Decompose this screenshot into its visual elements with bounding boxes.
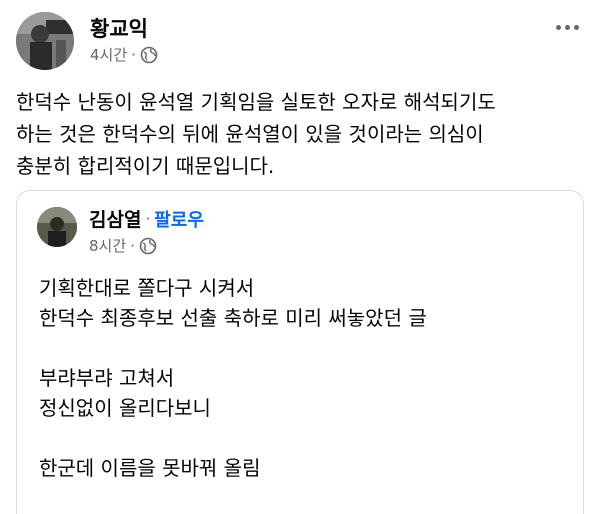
post-text-line: 하는 것은 한덕수의 뒤에 윤석열이 있을 것이라는 의심이 (16, 122, 484, 146)
more-options-button[interactable] (550, 12, 584, 42)
globe-icon[interactable] (139, 237, 157, 255)
shared-author-line: 김삼열 · 팔로우 (89, 205, 204, 232)
more-dot-icon (573, 24, 579, 30)
more-dot-icon (555, 24, 561, 30)
post-time[interactable]: 4시간 (90, 44, 127, 65)
post-meta: 4시간 · (90, 44, 158, 65)
shared-post-body: 기획한대로 쫄다구 시켜서 한덕수 최종후보 선출 축하로 미리 써놓았던 글 … (39, 273, 559, 483)
author-name[interactable]: 황교익 (90, 13, 148, 43)
shared-author-name[interactable]: 김삼열 (89, 205, 141, 232)
more-dot-icon (564, 24, 570, 30)
post-text-line: 한덕수 난동이 윤석열 기획임을 실토한 오자로 해석되기도 (16, 90, 496, 114)
globe-icon[interactable] (140, 46, 158, 64)
shared-author-avatar[interactable] (37, 207, 77, 247)
separator-dot: · (130, 236, 135, 255)
shared-post-meta: 8시간 · (89, 235, 157, 256)
shared-text-line: 부랴부랴 고쳐서 (39, 366, 175, 390)
facebook-post: 황교익 4시간 · 한덕수 난동이 윤석열 기획임을 실토한 오자로 해석되기도… (0, 0, 600, 514)
post-text-line: 충분히 합리적이기 때문입니다. (16, 154, 275, 178)
separator-dot: · (131, 45, 136, 64)
author-avatar[interactable] (16, 12, 74, 70)
shared-text-line: 한군데 이름을 못바꿔 올림 (39, 456, 261, 480)
follow-button[interactable]: 팔로우 (154, 206, 204, 232)
post-body: 한덕수 난동이 윤석열 기획임을 실토한 오자로 해석되기도 하는 것은 한덕수… (16, 86, 584, 182)
shared-post-time[interactable]: 8시간 (89, 235, 126, 256)
separator-dot: · (145, 209, 151, 228)
shared-post-card[interactable]: 김삼열 · 팔로우 8시간 · 기획한대로 쫄다구 시켜서 한덕수 최종후보 선… (16, 190, 584, 514)
shared-text-line: 한덕수 최종후보 선출 축하로 미리 써놓았던 글 (39, 306, 427, 330)
shared-text-line: 정신없이 올리다보니 (39, 396, 211, 420)
shared-text-line: 기획한대로 쫄다구 시켜서 (39, 276, 255, 300)
